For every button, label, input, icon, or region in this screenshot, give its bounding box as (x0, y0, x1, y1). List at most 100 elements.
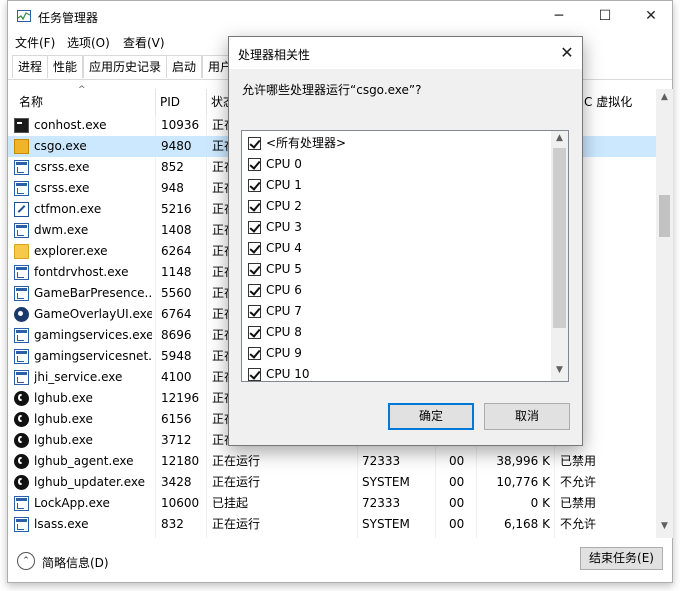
table-row[interactable]: lghub_agent.exe 12180 正在运行 72333 00 38,996 K 已… (8, 451, 658, 472)
menu-options[interactable]: 选项(O) (67, 34, 110, 51)
window-icon (14, 517, 29, 532)
window-icon (14, 328, 29, 343)
ok-button[interactable]: 确定 (388, 403, 474, 430)
process-name: LockApp.exe (34, 496, 110, 510)
pid-cell: 12180 (161, 454, 200, 468)
pid-cell: 5216 (161, 202, 192, 216)
process-name: gamingservices.exe (34, 328, 152, 342)
cpu-cell: 00 (449, 454, 465, 468)
folder-icon (14, 244, 29, 259)
process-name: csrss.exe (34, 181, 90, 195)
process-name: lghub.exe (34, 412, 93, 426)
pid-cell: 948 (161, 181, 184, 195)
csgo-icon (14, 139, 29, 154)
fewer-details-link[interactable]: 简略信息(D) (42, 554, 109, 571)
checkbox-checked-icon[interactable] (248, 242, 261, 255)
process-name: lghub_agent.exe (34, 454, 134, 468)
end-task-button[interactable]: 结束任务(E) (580, 547, 663, 570)
minimize-button[interactable]: ─ (536, 1, 582, 31)
status-cell: 已挂起 (212, 496, 249, 510)
process-name: fontdrvhost.exe (34, 265, 129, 279)
task-manager-icon (17, 10, 31, 22)
menu-file[interactable]: 文件(F) (15, 34, 55, 51)
dialog-title-bar: 处理器相关性 ✕ (229, 37, 582, 69)
processor-label: CPU 6 (266, 283, 302, 297)
checkbox-checked-icon[interactable] (248, 305, 261, 318)
cpu-cell: 00 (449, 475, 465, 489)
process-name: GameBarPresence... (34, 286, 152, 300)
process-list-scrollbar[interactable]: ▲ ▼ (656, 89, 673, 538)
pid-cell: 832 (161, 517, 184, 531)
memory-cell: 6,168 K (503, 517, 550, 531)
menu-view[interactable]: 查看(V) (123, 34, 165, 51)
window-icon (14, 286, 29, 301)
table-row[interactable]: lghub_updater.exe 3428 正在运行 SYSTEM 00 10,776 … (8, 472, 658, 493)
checkbox-checked-icon[interactable] (248, 284, 261, 297)
checkbox-checked-icon[interactable] (248, 158, 261, 171)
processor-label: CPU 8 (266, 325, 302, 339)
checkbox-checked-icon[interactable] (248, 368, 261, 381)
processor-label: CPU 10 (266, 367, 310, 381)
tab-performance[interactable]: 性能 (47, 55, 84, 78)
process-name: lghub.exe (34, 433, 93, 447)
pid-cell: 3712 (161, 433, 192, 447)
checkbox-checked-icon[interactable] (248, 263, 261, 276)
dialog-prompt: 允许哪些处理器运行“csgo.exe”? (242, 83, 422, 97)
checkbox-checked-icon[interactable] (248, 326, 261, 339)
pid-cell: 5948 (161, 349, 192, 363)
cpu-cell: 00 (449, 517, 465, 531)
dialog-close-button[interactable]: ✕ (552, 37, 582, 69)
scroll-up-icon[interactable]: ▲ (551, 133, 568, 143)
scroll-down-icon[interactable]: ▼ (551, 365, 568, 375)
user-cell: 72333 (362, 454, 401, 468)
memory-cell: 0 K (530, 496, 550, 510)
processor-list: <所有处理器> CPU 0 CPU 1 CPU 2 CPU 3 CPU 4 CPU 5 CPU… (241, 130, 569, 382)
window-icon (14, 223, 29, 238)
maximize-button[interactable]: ☐ (582, 1, 628, 31)
window-icon (14, 496, 29, 511)
checkbox-checked-icon[interactable] (248, 179, 261, 192)
column-virtualization[interactable]: C 虚拟化 (580, 89, 650, 115)
cancel-button[interactable]: 取消 (484, 403, 570, 430)
checkbox-checked-icon[interactable] (248, 347, 261, 360)
process-name: csrss.exe (34, 160, 90, 174)
sort-arrow-icon: ^ (78, 85, 86, 95)
processor-label: CPU 2 (266, 199, 302, 213)
chevron-up-icon[interactable]: ⌃ (17, 552, 35, 570)
checkbox-checked-icon[interactable] (248, 221, 261, 234)
tab-processes[interactable]: 进程 (12, 55, 49, 78)
close-button[interactable]: ✕ (628, 1, 674, 31)
footer: ⌃ 简略信息(D) 结束任务(E) (8, 541, 672, 581)
pid-cell: 6264 (161, 244, 192, 258)
column-pid[interactable]: PID (156, 89, 206, 115)
pid-cell: 4100 (161, 370, 192, 384)
scrollbar-thumb[interactable] (659, 195, 670, 237)
checkbox-checked-icon[interactable] (248, 200, 261, 213)
pid-cell: 1408 (161, 223, 192, 237)
processor-label: CPU 9 (266, 346, 302, 360)
checkbox-checked-icon[interactable] (248, 137, 261, 150)
tab-app-history[interactable]: 应用历史记录 (83, 55, 168, 78)
logitech-icon (14, 391, 29, 406)
window-title: 任务管理器 (38, 11, 99, 25)
scroll-up-icon[interactable]: ▲ (656, 92, 673, 102)
process-name: GameOverlayUI.exe (34, 307, 152, 321)
title-bar: 任务管理器 ─ ☐ ✕ (8, 1, 672, 31)
processor-list-scrollbar[interactable]: ▲ ▼ (551, 131, 568, 381)
pid-cell: 6764 (161, 307, 192, 321)
user-cell: SYSTEM (362, 517, 410, 531)
processor-label: CPU 1 (266, 178, 302, 192)
table-row[interactable]: LockApp.exe 10600 已挂起 72333 00 0 K 已禁用 (8, 493, 658, 514)
table-row[interactable]: lsass.exe 832 正在运行 SYSTEM 00 6,168 K 不允许 (8, 514, 658, 535)
scrollbar-thumb[interactable] (553, 148, 566, 328)
scroll-down-icon[interactable]: ▼ (656, 521, 673, 531)
steam-icon (14, 307, 29, 322)
processor-label: <所有处理器> (266, 136, 347, 150)
tab-startup[interactable]: 启动 (166, 55, 203, 78)
window-icon (14, 265, 29, 280)
virtualization-cell: 不允许 (560, 517, 597, 531)
processor-label: CPU 7 (266, 304, 302, 318)
process-name: lghub.exe (34, 391, 93, 405)
process-name: gamingservicesnet... (34, 349, 152, 363)
cpu-cell: 00 (449, 496, 465, 510)
